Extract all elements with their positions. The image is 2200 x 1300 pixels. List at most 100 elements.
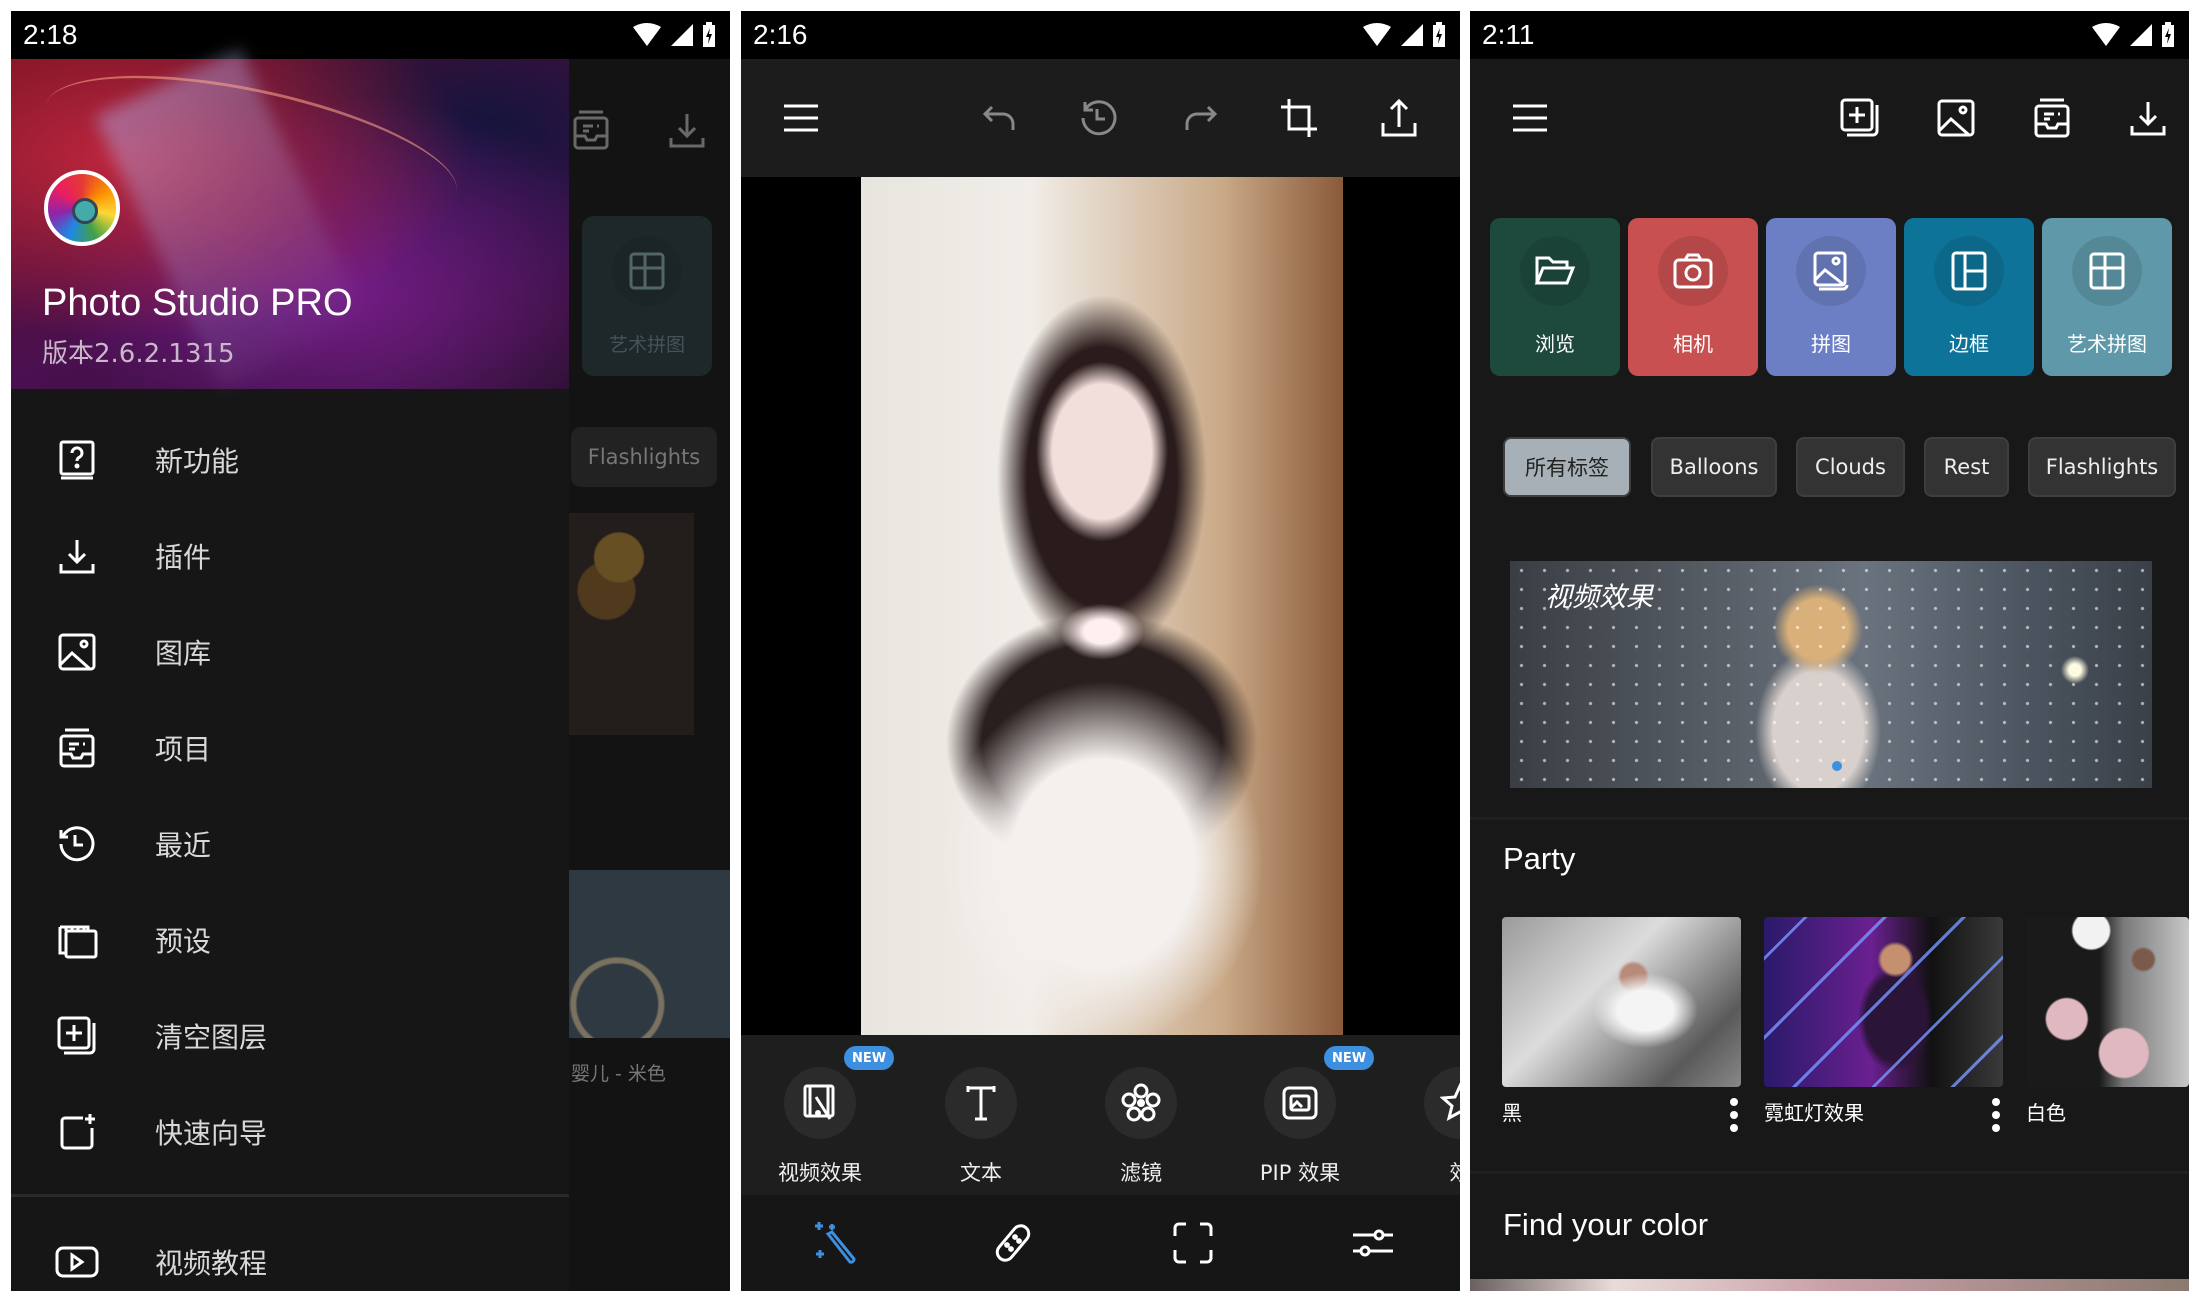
drawer-item-video-tutorials[interactable]: 视频教程 bbox=[11, 1217, 569, 1291]
edited-photo[interactable] bbox=[861, 177, 1343, 1035]
art-collage-tile: 艺术拼图 bbox=[582, 216, 712, 376]
home-toolbar bbox=[1470, 59, 2189, 177]
tile-camera[interactable]: 相机 bbox=[1628, 218, 1758, 376]
drawer-divider bbox=[11, 1194, 569, 1197]
history-icon[interactable] bbox=[1071, 90, 1127, 146]
template-caption: 霓虹灯效果 bbox=[1764, 1101, 1864, 1125]
template-caption: 婴儿 - 米色 bbox=[571, 1063, 666, 1085]
video-effect-icon bbox=[803, 1084, 835, 1120]
status-time: 2:18 bbox=[23, 19, 78, 50]
folder-icon bbox=[1534, 256, 1576, 285]
tile-label: 艺术拼图 bbox=[2067, 332, 2147, 356]
template-card[interactable] bbox=[2026, 917, 2189, 1087]
status-time: 2:16 bbox=[753, 19, 808, 50]
battery-icon bbox=[1433, 22, 1445, 47]
status-bar: 2:16 bbox=[741, 11, 1460, 59]
tile-browse[interactable]: 浏览 bbox=[1490, 218, 1620, 376]
tag-chip-all[interactable]: 所有标签 bbox=[1503, 437, 1631, 497]
tool-video-effects[interactable]: 视频效果 bbox=[755, 1067, 885, 1187]
new-badge: NEW bbox=[1324, 1046, 1375, 1070]
tile-label: 浏览 bbox=[1535, 332, 1575, 356]
drawer-item-clear-layers[interactable]: 清空图层 bbox=[11, 991, 569, 1081]
redo-icon[interactable] bbox=[1173, 90, 1229, 146]
signal-icon bbox=[2130, 24, 2152, 46]
gallery-icon[interactable] bbox=[1928, 90, 1984, 146]
wifi-icon bbox=[2092, 23, 2120, 46]
drawer-item-presets[interactable]: 预设 bbox=[11, 895, 569, 985]
color-section-preview[interactable] bbox=[1470, 1279, 2189, 1291]
drawer-header: Photo Studio PRO 版本2.6.2.1315 bbox=[11, 46, 569, 389]
whats-new-icon bbox=[49, 432, 105, 488]
app-logo bbox=[44, 170, 120, 246]
tool-filters[interactable]: 滤镜 bbox=[1076, 1067, 1206, 1187]
drawer-item-quick-guide[interactable]: 快速向导 bbox=[11, 1087, 569, 1177]
download-icon bbox=[659, 102, 715, 158]
tag-chip-clouds[interactable]: Clouds bbox=[1796, 437, 1905, 497]
tag-chip-rest[interactable]: Rest bbox=[1924, 437, 2009, 497]
projects-icon bbox=[563, 102, 619, 158]
projects-icon[interactable] bbox=[2024, 90, 2080, 146]
download-icon[interactable] bbox=[2120, 90, 2176, 146]
tile-collage[interactable]: 拼图 bbox=[1766, 218, 1896, 376]
carousel-indicator bbox=[1832, 761, 1842, 771]
tag-chip-balloons[interactable]: Balloons bbox=[1651, 437, 1777, 497]
editor-canvas[interactable] bbox=[741, 177, 1460, 1035]
pip-icon bbox=[1282, 1086, 1318, 1120]
tool-label: PIP 效果 bbox=[1259, 1161, 1341, 1185]
collage-icon bbox=[1813, 251, 1849, 291]
download-icon bbox=[49, 528, 105, 584]
featured-banner[interactable]: 视频效果 bbox=[1510, 561, 2152, 788]
presets-icon bbox=[49, 912, 105, 968]
undo-icon[interactable] bbox=[971, 90, 1027, 146]
art-collage-icon bbox=[629, 252, 665, 290]
template-caption: 黑 bbox=[1502, 1101, 1522, 1125]
tile-frames[interactable]: 边框 bbox=[1904, 218, 2034, 376]
drawer-item-label: 快速向导 bbox=[155, 1117, 268, 1150]
drawer-item-label: 新功能 bbox=[155, 445, 240, 478]
drawer-item-label: 图库 bbox=[155, 637, 212, 670]
template-card[interactable] bbox=[1502, 917, 1741, 1087]
tag-chip-flashlights[interactable]: Flashlights bbox=[2028, 437, 2176, 497]
tile-label: 边框 bbox=[1949, 332, 1989, 356]
menu-icon[interactable] bbox=[773, 90, 829, 146]
tool-text[interactable]: 文本 bbox=[916, 1067, 1046, 1187]
gallery-icon bbox=[49, 624, 105, 680]
menu-icon[interactable] bbox=[1502, 90, 1558, 146]
magic-wand-icon[interactable] bbox=[807, 1215, 863, 1271]
tool-label: 效 bbox=[1450, 1157, 1461, 1187]
drawer-item-projects[interactable]: 项目 bbox=[11, 703, 569, 793]
template-card[interactable] bbox=[1764, 917, 2003, 1087]
tool-label: 视频效果 bbox=[778, 1161, 862, 1185]
more-options-icon[interactable] bbox=[1990, 1098, 2002, 1132]
frame-select-icon[interactable] bbox=[1165, 1215, 1221, 1271]
bandage-icon[interactable] bbox=[985, 1215, 1041, 1271]
drawer-item-label: 最近 bbox=[155, 829, 212, 862]
filter-icon bbox=[1121, 1083, 1161, 1122]
crop-icon[interactable] bbox=[1271, 90, 1327, 146]
more-options-icon[interactable] bbox=[1728, 1098, 1740, 1132]
tool-pip[interactable]: PIP 效果 bbox=[1235, 1067, 1365, 1187]
wifi-icon bbox=[1363, 23, 1391, 46]
add-layer-icon[interactable] bbox=[1832, 90, 1888, 146]
drawer-item-gallery[interactable]: 图库 bbox=[11, 607, 569, 697]
tag-chip-flashlights: Flashlights bbox=[571, 427, 717, 487]
drawer-item-label: 预设 bbox=[155, 925, 212, 958]
drawer-item-label: 项目 bbox=[155, 733, 212, 766]
camera-icon bbox=[1673, 253, 1713, 289]
drawer-item-plugins[interactable]: 插件 bbox=[11, 511, 569, 601]
tools-strip: 视频效果 NEW 文本 滤镜 PIP 效果 NEW 效 bbox=[741, 1035, 1460, 1195]
video-tutorial-icon bbox=[49, 1234, 105, 1290]
tile-art-collage[interactable]: 艺术拼图 bbox=[2042, 218, 2172, 376]
drawer-item-recent[interactable]: 最近 bbox=[11, 799, 569, 889]
tool-effects[interactable]: 效 bbox=[1395, 1067, 1460, 1187]
drawer-item-whats-new[interactable]: 新功能 bbox=[11, 415, 569, 505]
recent-icon bbox=[49, 816, 105, 872]
add-layer-icon bbox=[49, 1008, 105, 1064]
navigation-drawer: Photo Studio PRO 版本2.6.2.1315 新功能 插件 图库 … bbox=[11, 46, 569, 1291]
section-divider bbox=[1470, 1171, 2189, 1174]
share-icon[interactable] bbox=[1371, 90, 1427, 146]
template-thumbnail bbox=[569, 513, 694, 735]
app-version: 版本2.6.2.1315 bbox=[42, 339, 235, 369]
adjust-sliders-icon[interactable] bbox=[1345, 1215, 1401, 1271]
wifi-icon bbox=[633, 23, 661, 46]
